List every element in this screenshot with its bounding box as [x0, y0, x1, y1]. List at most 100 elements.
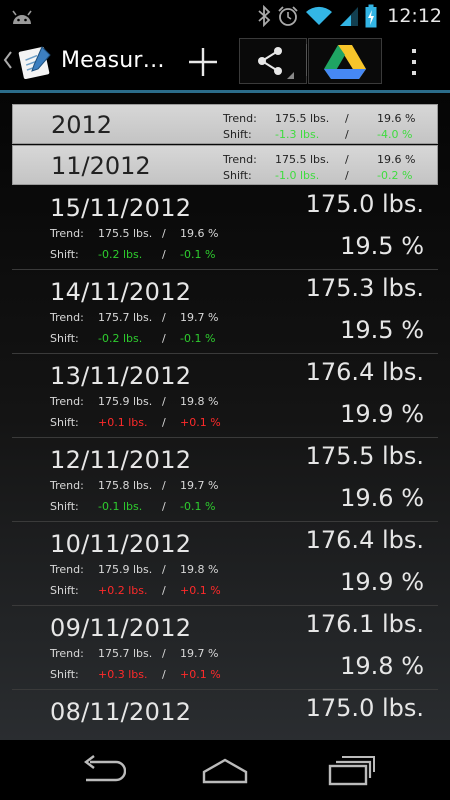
separator: / [162, 479, 166, 492]
entry-date: 14/11/2012 [50, 278, 192, 306]
trend-weight: 175.5 lbs. [98, 227, 153, 240]
separator: / [162, 395, 166, 408]
shift-weight: +0.2 lbs. [98, 584, 148, 597]
entry-fat: 19.9 % [340, 400, 424, 428]
add-icon[interactable] [184, 44, 222, 80]
trend-fat: 19.6 % [377, 112, 416, 125]
trend-fat: 19.8 % [180, 563, 219, 576]
shift-weight: -0.2 lbs. [98, 332, 143, 345]
trend-weight: 175.5 lbs. [275, 112, 330, 125]
up-caret-icon[interactable] [3, 50, 13, 70]
entry-fat: 19.5 % [340, 232, 424, 260]
measurement-row[interactable]: 14/11/2012 175.3 lbs. Trend: 175.7 lbs. … [12, 270, 438, 354]
overflow-menu-icon[interactable] [409, 47, 419, 77]
measurement-row[interactable]: 10/11/2012 176.4 lbs. Trend: 175.9 lbs. … [12, 522, 438, 606]
separator: / [162, 311, 166, 324]
shift-fat: +0.1 % [180, 584, 221, 597]
separator: / [162, 500, 166, 513]
battery-charging-icon [365, 4, 377, 28]
separator: / [162, 227, 166, 240]
trend-label: Trend: [223, 153, 257, 166]
shift-fat: +0.1 % [180, 416, 221, 429]
trend-fat: 19.7 % [180, 311, 219, 324]
google-drive-icon [324, 45, 366, 79]
trend-label: Trend: [50, 563, 84, 576]
trend-label: Trend: [50, 227, 84, 240]
separator: / [345, 153, 349, 166]
entry-fat: 19.6 % [340, 484, 424, 512]
measurement-row[interactable]: 08/11/2012 175.0 lbs. [12, 690, 438, 740]
shift-label: Shift: [50, 332, 79, 345]
home-icon[interactable] [200, 752, 250, 788]
shift-weight: -0.1 lbs. [98, 500, 143, 513]
entry-date: 12/11/2012 [50, 446, 192, 474]
shift-label: Shift: [223, 169, 252, 182]
entry-date: 13/11/2012 [50, 362, 192, 390]
separator: / [345, 128, 349, 141]
google-drive-button[interactable] [308, 38, 382, 84]
separator: / [162, 647, 166, 660]
entry-weight: 175.3 lbs. [305, 274, 424, 302]
entry-fat: 19.9 % [340, 568, 424, 596]
measurement-row[interactable]: 09/11/2012 176.1 lbs. Trend: 175.7 lbs. … [12, 606, 438, 690]
shift-weight: +0.3 lbs. [98, 668, 148, 681]
trend-label: Trend: [50, 311, 84, 324]
share-button[interactable] [239, 38, 307, 84]
shift-weight: -1.0 lbs. [275, 169, 320, 182]
separator: / [345, 112, 349, 125]
measurement-list[interactable]: 2012 Trend: 175.5 lbs. / 19.6 % Shift: -… [0, 93, 450, 740]
recent-apps-icon[interactable] [326, 752, 376, 788]
group-header-month[interactable]: 11/2012 Trend: 175.5 lbs. / 19.6 % Shift… [12, 145, 438, 185]
shift-weight: +0.1 lbs. [98, 416, 148, 429]
trend-weight: 175.7 lbs. [98, 311, 153, 324]
trend-label: Trend: [50, 479, 84, 492]
trend-fat: 19.6 % [180, 227, 219, 240]
entry-weight: 175.0 lbs. [305, 694, 424, 722]
trend-label: Trend: [50, 395, 84, 408]
entry-date: 09/11/2012 [50, 614, 192, 642]
entry-fat: 19.8 % [340, 652, 424, 680]
shift-label: Shift: [50, 416, 79, 429]
shift-fat: -0.2 % [377, 169, 413, 182]
trend-weight: 175.7 lbs. [98, 647, 153, 660]
back-icon[interactable] [76, 752, 126, 788]
trend-label: Trend: [50, 647, 84, 660]
app-logo-icon[interactable] [16, 43, 54, 79]
shift-fat: +0.1 % [180, 668, 221, 681]
shift-fat: -0.1 % [180, 332, 216, 345]
share-icon [258, 47, 294, 79]
trend-weight: 175.9 lbs. [98, 395, 153, 408]
trend-weight: 175.8 lbs. [98, 479, 153, 492]
shift-fat: -0.1 % [180, 500, 216, 513]
shift-weight: -1.3 lbs. [275, 128, 320, 141]
clock: 12:12 [387, 5, 442, 27]
trend-label: Trend: [223, 112, 257, 125]
shift-fat: -4.0 % [377, 128, 413, 141]
entry-date: 15/11/2012 [50, 194, 192, 222]
shift-label: Shift: [50, 584, 79, 597]
entry-date: 10/11/2012 [50, 530, 192, 558]
trend-fat: 19.6 % [377, 153, 416, 166]
entry-weight: 175.5 lbs. [305, 442, 424, 470]
measurement-row[interactable]: 13/11/2012 176.4 lbs. Trend: 175.9 lbs. … [12, 354, 438, 438]
bluetooth-icon [258, 5, 271, 27]
separator: / [162, 668, 166, 681]
navigation-bar [0, 740, 450, 800]
trend-fat: 19.7 % [180, 479, 219, 492]
trend-fat: 19.8 % [180, 395, 219, 408]
entry-date: 08/11/2012 [50, 698, 192, 726]
shift-label: Shift: [50, 248, 79, 261]
shift-label: Shift: [50, 668, 79, 681]
separator: / [162, 584, 166, 597]
entry-weight: 176.4 lbs. [305, 526, 424, 554]
measurement-row[interactable]: 12/11/2012 175.5 lbs. Trend: 175.8 lbs. … [12, 438, 438, 522]
group-title: 11/2012 [51, 152, 151, 180]
separator: / [162, 332, 166, 345]
measurement-row[interactable]: 15/11/2012 175.0 lbs. Trend: 175.5 lbs. … [12, 186, 438, 270]
separator: / [162, 416, 166, 429]
trend-weight: 175.9 lbs. [98, 563, 153, 576]
trend-fat: 19.7 % [180, 647, 219, 660]
trend-weight: 175.5 lbs. [275, 153, 330, 166]
separator: / [162, 248, 166, 261]
group-header-year[interactable]: 2012 Trend: 175.5 lbs. / 19.6 % Shift: -… [12, 104, 438, 144]
